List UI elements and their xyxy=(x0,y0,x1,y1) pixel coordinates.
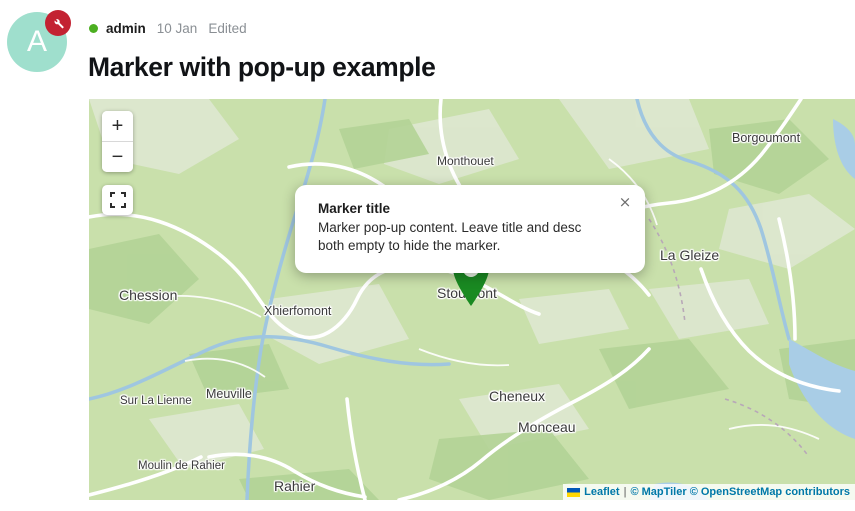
zoom-out-button[interactable]: − xyxy=(102,142,133,172)
author-name[interactable]: admin xyxy=(106,21,146,36)
zoom-in-button[interactable]: + xyxy=(102,111,133,142)
fullscreen-icon xyxy=(109,192,126,208)
post-date: 10 Jan xyxy=(156,20,198,36)
map-label: Cheneux xyxy=(489,388,546,404)
map-label: Moulin de Rahier xyxy=(138,460,225,472)
popup-title: Marker title xyxy=(318,201,391,216)
maptiler-link[interactable]: © MapTiler xyxy=(630,486,686,498)
status-dot xyxy=(89,23,98,33)
page-title: Marker with pop-up example xyxy=(88,52,436,82)
openstreetmap-link[interactable]: © OpenStreetMap contributors xyxy=(690,486,850,498)
map-container[interactable]: Monthouet Borgoumont La Gleize Chession … xyxy=(89,99,855,500)
map-label: Rahier xyxy=(274,478,316,494)
map-label: Chession xyxy=(119,287,178,303)
popup-body: Marker pop-up content. Leave title and d… xyxy=(318,220,582,253)
wrench-icon xyxy=(45,10,71,36)
map-label: Monthouet xyxy=(437,154,494,168)
map-label: Xhierfomont xyxy=(264,304,332,318)
close-icon[interactable]: × xyxy=(617,194,633,210)
post-meta: admin 10 Jan Edited xyxy=(89,19,247,37)
map-label: Borgoumont xyxy=(732,131,801,145)
map-attribution: Leaflet | © MapTiler © OpenStreetMap con… xyxy=(563,484,855,500)
map-label: La Gleize xyxy=(660,247,720,263)
zoom-control[interactable]: + − xyxy=(102,111,133,172)
fullscreen-button[interactable] xyxy=(102,185,133,215)
map-popup: × Marker title Marker pop-up content. Le… xyxy=(295,185,645,273)
avatar-block[interactable]: A xyxy=(7,10,71,72)
map-label: Meuville xyxy=(206,387,252,401)
map-label: Sur La Lienne xyxy=(120,395,192,407)
attribution-separator: | xyxy=(623,486,627,498)
leaflet-link[interactable]: Leaflet xyxy=(584,486,619,498)
edited-badge: Edited xyxy=(208,20,247,36)
map-label: Monceau xyxy=(518,419,576,435)
ukraine-flag-icon xyxy=(567,487,581,497)
